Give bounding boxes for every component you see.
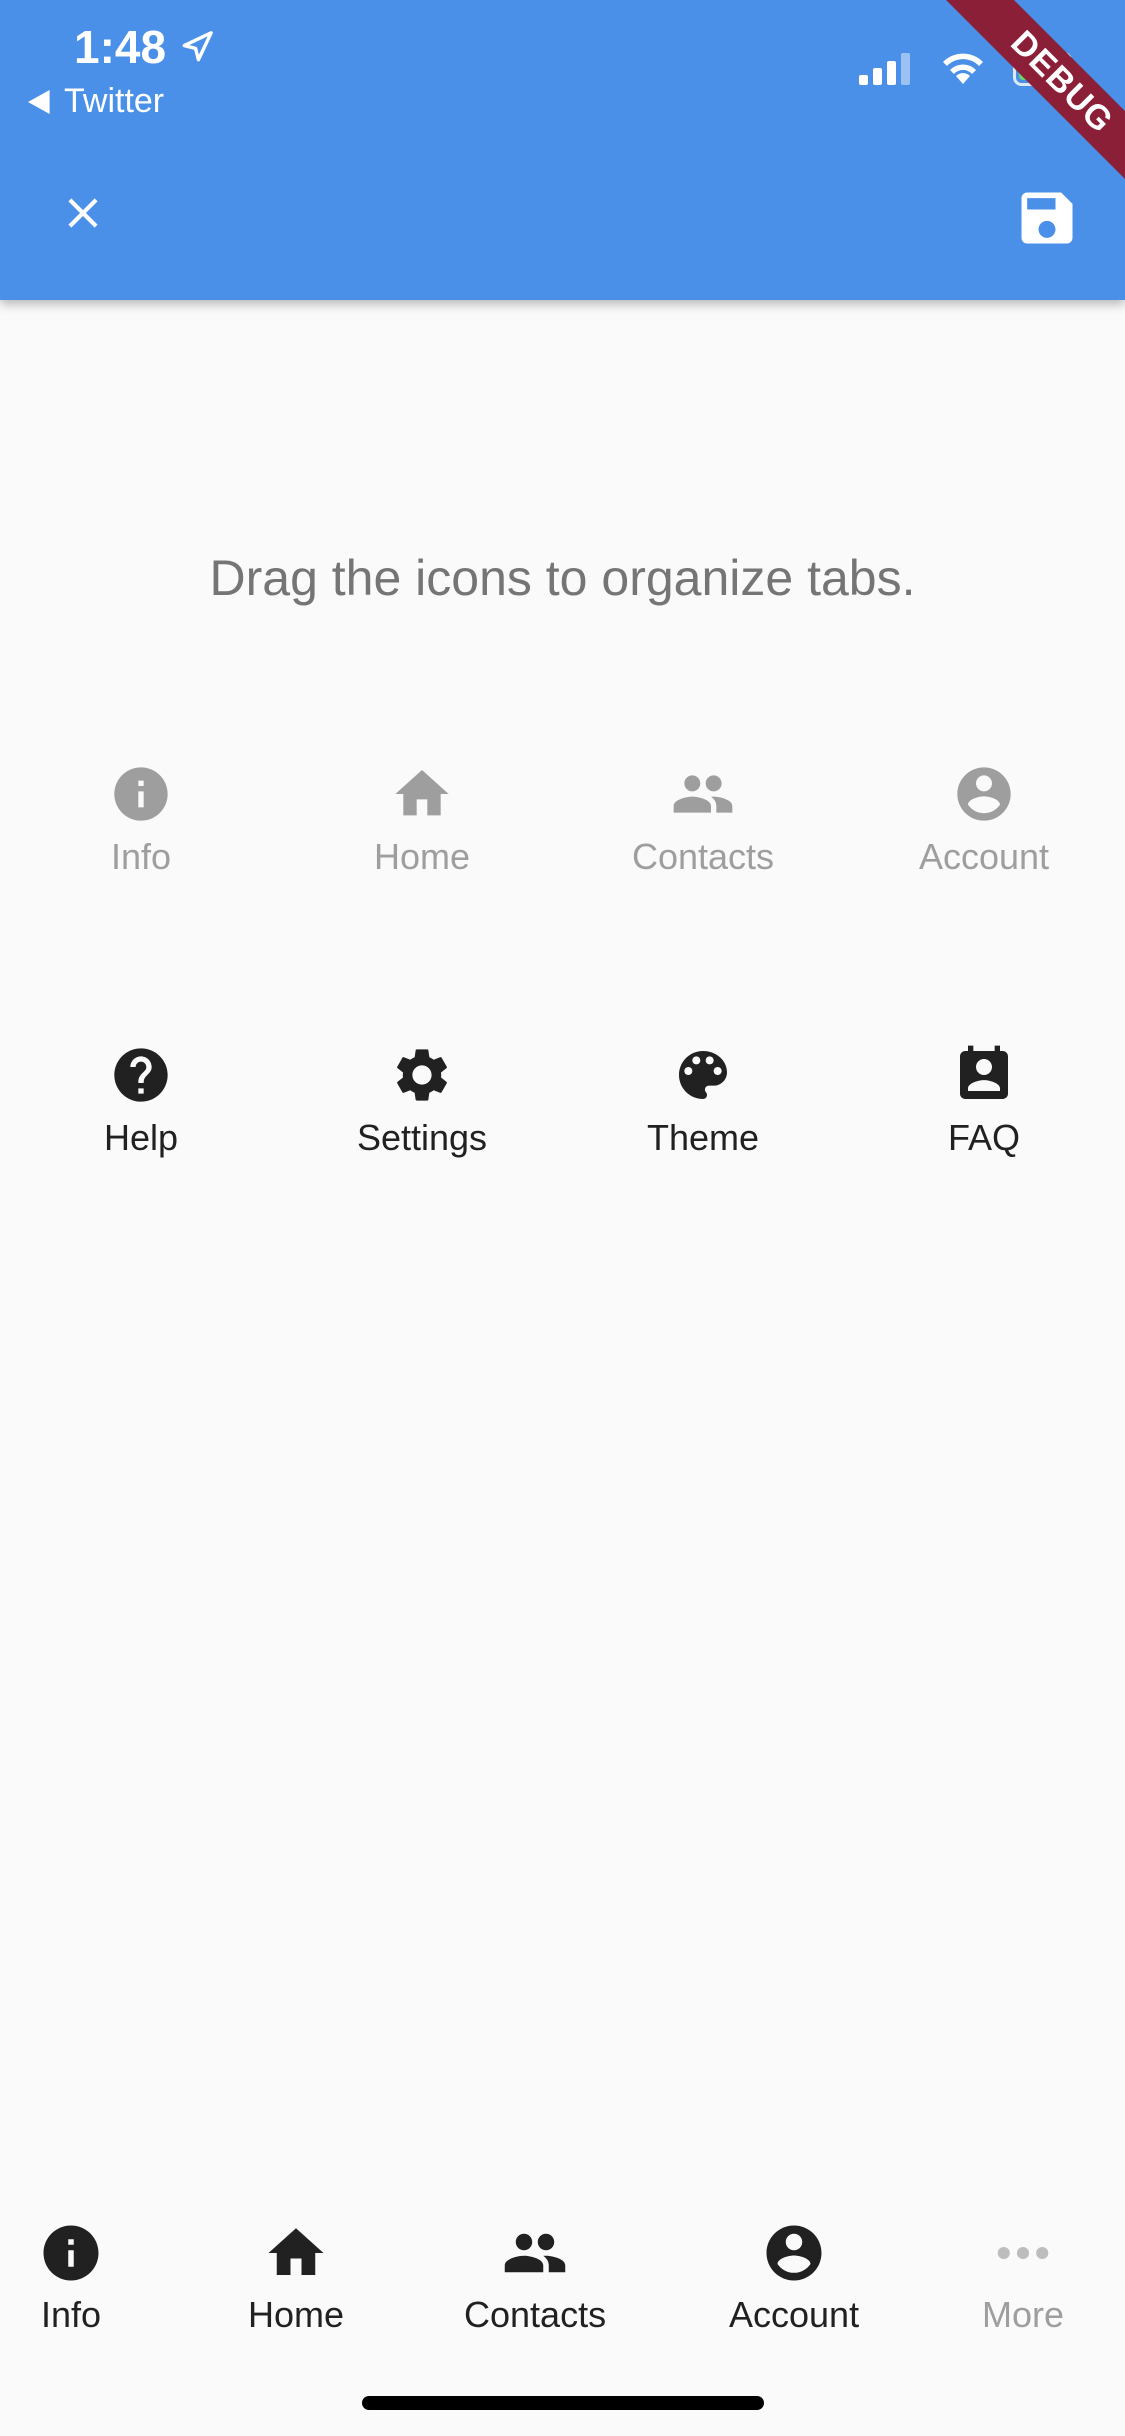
available-tab-theme[interactable]: Theme [562,1043,844,1173]
instruction-label: Drag the icons to organize tabs. [209,550,916,606]
contacts-icon [671,762,735,826]
nav-item-account[interactable]: Account [729,2220,859,2336]
wifi-icon [943,53,983,84]
active-tab-account[interactable]: Account [843,762,1125,892]
active-tab-contacts[interactable]: Contacts [562,762,844,892]
info-icon [109,762,173,826]
active-tab-info[interactable]: Info [0,762,282,892]
home-icon [390,762,454,826]
tab-label: Account [918,836,1050,877]
nav-label: More [982,2294,1065,2335]
tab-label: FAQ [947,1117,1021,1158]
cellular-signal-icon [859,53,910,85]
save-button[interactable] [1009,180,1085,256]
nav-item-more[interactable]: More [982,2220,1064,2336]
nav-label: Contacts [464,2294,607,2335]
tab-label: Theme [646,1117,760,1158]
faq-icon [952,1043,1016,1107]
account-icon [952,762,1016,826]
close-button[interactable] [50,180,116,246]
nav-label: Info [40,2294,102,2335]
contacts-icon [502,2220,568,2286]
close-icon [68,198,98,228]
status-time: 1:48 [74,20,214,74]
back-to-app-label: Twitter [64,82,165,120]
back-triangle-icon [28,89,50,114]
available-tab-faq[interactable]: FAQ [843,1043,1125,1173]
tab-label: Home [373,836,471,877]
home-icon [263,2220,329,2286]
settings-icon [390,1043,454,1107]
available-tabs-row: Help Settings Theme FAQ [0,1043,1125,1173]
more-icon [990,2220,1056,2286]
app-bar: 1:48 Twitter [0,0,1125,300]
home-indicator[interactable] [362,2396,764,2410]
active-tab-home[interactable]: Home [281,762,563,892]
palette-icon [671,1043,735,1107]
tab-label: Help [103,1117,179,1158]
save-icon [1021,192,1073,244]
back-to-app-link[interactable]: Twitter [28,82,164,121]
tab-label: Contacts [631,836,775,877]
nav-item-home[interactable]: Home [248,2220,344,2336]
tab-label: Settings [356,1117,488,1158]
active-tabs-row: Info Home Contacts Account [0,762,1125,892]
nav-label: Home [248,2294,345,2335]
available-tab-settings[interactable]: Settings [281,1043,563,1173]
instruction-text: Drag the icons to organize tabs. [0,545,1125,611]
location-arrow-icon [182,31,213,62]
nav-item-info[interactable]: Info [38,2220,104,2336]
available-tab-help[interactable]: Help [0,1043,282,1173]
account-icon [761,2220,827,2286]
nav-item-contacts[interactable]: Contacts [464,2220,606,2336]
status-time-text: 1:48 [74,21,167,73]
tab-label: Info [110,836,172,877]
nav-label: Account [729,2294,860,2335]
info-icon [38,2220,104,2286]
help-icon [109,1043,173,1107]
